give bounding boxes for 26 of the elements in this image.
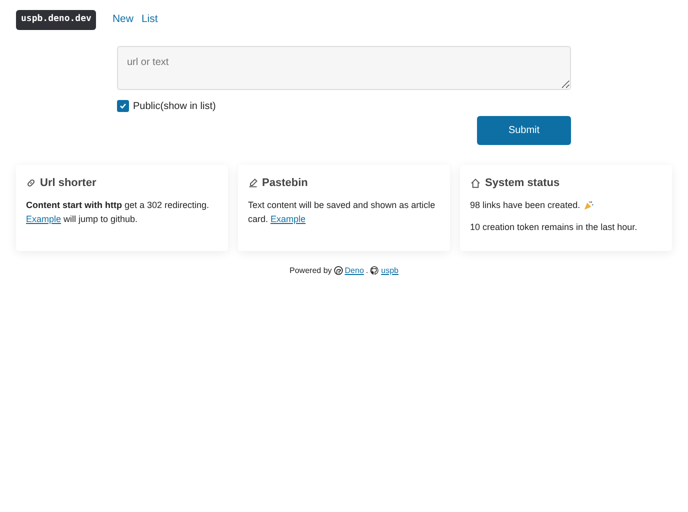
edit-icon [248, 178, 258, 188]
github-icon [370, 266, 380, 275]
footer-link[interactable]: uspb [381, 264, 398, 276]
card-title: Url shorter [40, 176, 96, 190]
card-title: Pastebin [262, 176, 308, 190]
example-link[interactable]: Example [26, 214, 62, 224]
party-popper-icon [582, 200, 594, 212]
card-text: 98 links have been created. [470, 199, 662, 213]
footer-text: Powered by [290, 264, 332, 276]
checkbox-label[interactable]: Public(show in list) [133, 98, 216, 114]
nav-link[interactable]: List [141, 12, 158, 28]
example-link[interactable]: Example [270, 214, 306, 224]
footer-link[interactable]: Deno [344, 264, 364, 276]
card-text: Text content will be saved and shown as article card. Example [248, 199, 436, 226]
card-title: System status [485, 176, 560, 190]
site-logo[interactable]: uspb.deno.dev [16, 10, 96, 30]
card-text: Content start with http get a 302 redirecting. Example will jump to github. [26, 199, 210, 226]
nav-link[interactable]: New [112, 12, 134, 28]
submit-button[interactable]: Submit [477, 116, 571, 144]
checkbox[interactable] [117, 100, 129, 112]
house-icon [470, 178, 481, 188]
text-input-field[interactable]: url or text [117, 46, 571, 90]
footer-text: . [366, 264, 368, 276]
checkmark-icon [119, 102, 127, 110]
link-icon [26, 178, 36, 188]
card-text: 10 creation token remains in the last hour. [470, 220, 638, 234]
